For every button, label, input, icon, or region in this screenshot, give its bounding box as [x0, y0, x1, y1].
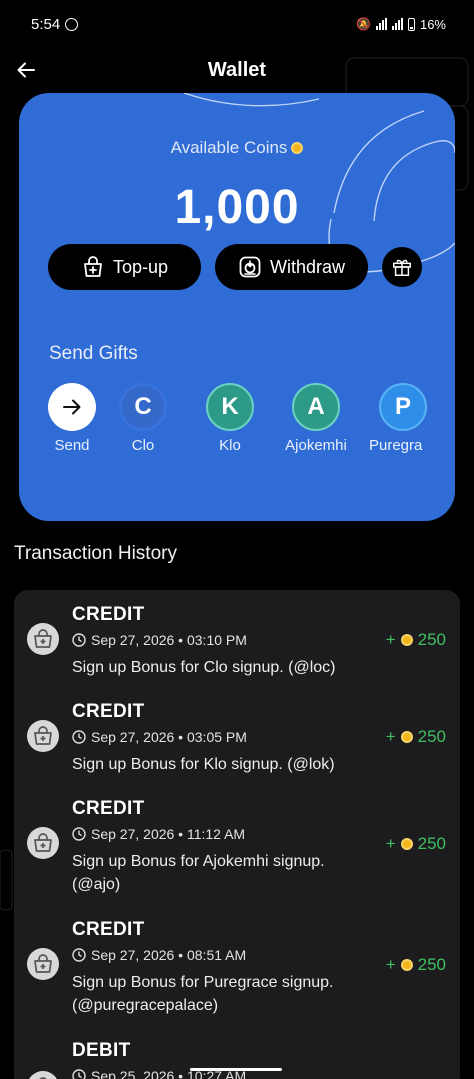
transaction-list: CREDIT Sep 27, 2026 • 03:10 PM Sign up B… [14, 590, 460, 1079]
transaction-datetime: Sep 27, 2026 • 03:05 PM [91, 729, 247, 745]
transaction-item[interactable]: CREDIT Sep 27, 2026 • 03:05 PM Sign up B… [14, 701, 460, 791]
transaction-amount: +250 [386, 834, 446, 854]
recipient-name: Puregra [369, 437, 423, 454]
transaction-description: Sign up Bonus for Puregrace signup. (@pu… [72, 974, 334, 1014]
arrow-left-icon [17, 62, 35, 78]
wallet-card: Available Coins 1,000 Top-up Withdraw Se… [19, 93, 455, 521]
recipient-puregrace[interactable]: P Puregra [361, 383, 445, 454]
bag-plus-icon [84, 256, 102, 277]
transaction-date: Sep 27, 2026 • 03:05 PM [72, 729, 247, 745]
gift-icon [393, 259, 411, 276]
clock-icon [72, 827, 86, 841]
transaction-amount: +250 [386, 955, 446, 975]
coin-balance: 1,000 [174, 181, 300, 234]
coin-icon [400, 731, 413, 743]
amount-value: + [385, 630, 396, 649]
coin-icon [400, 838, 413, 850]
available-coins-text: Available Coins [170, 138, 288, 157]
amount-number: 250 [417, 955, 446, 974]
topup-label: Top-up [112, 256, 169, 277]
transaction-amount: +250 [386, 727, 446, 747]
battery-percent: 16% [419, 16, 446, 32]
transaction-amount: +250 [386, 630, 446, 650]
transaction-date: Sep 27, 2026 • 08:51 AM [72, 947, 246, 963]
transaction-type: CREDIT [72, 701, 145, 722]
wallet-bag-icon [27, 827, 59, 859]
recipient-klo[interactable]: K Klo [188, 383, 272, 454]
wallet-bag-icon [29, 1071, 57, 1079]
wallet-bag-icon [27, 720, 59, 752]
clock-icon [72, 633, 86, 647]
withdraw-button[interactable]: Withdraw [215, 244, 368, 290]
transaction-type: CREDIT [72, 798, 145, 819]
transaction-item[interactable]: CREDIT Sep 27, 2026 • 11:12 AM Sign up B… [14, 798, 460, 913]
available-coins-label: Available Coins [19, 138, 455, 158]
clock-icon [72, 1069, 86, 1079]
signal-icon-2 [391, 18, 403, 30]
withdraw-icon [239, 256, 261, 278]
coin-icon [291, 141, 304, 154]
transaction-description: Sign up Bonus for Klo signup. (@lok) [72, 756, 335, 773]
withdraw-label: Withdraw [269, 256, 345, 277]
status-time: 5:54 [31, 15, 61, 33]
wallet-bag-icon [27, 623, 59, 655]
recipient-ajokemhi[interactable]: A Ajokemhi [274, 383, 358, 454]
send-avatar [48, 383, 96, 431]
transaction-datetime: Sep 27, 2026 • 11:12 AM [91, 826, 246, 842]
transaction-description: Sign up Bonus for Clo signup. (@loc) [72, 659, 336, 676]
amount-value: + [385, 727, 396, 746]
coin-icon [400, 959, 413, 971]
transaction-type: CREDIT [72, 919, 145, 940]
transaction-item[interactable]: CREDIT Sep 27, 2026 • 03:10 PM Sign up B… [14, 604, 460, 694]
transaction-type: DEBIT [72, 1040, 131, 1061]
transaction-history-title: Transaction History [14, 543, 177, 564]
avatar: C [119, 383, 167, 431]
avatar: P [379, 383, 427, 431]
clock-icon [72, 948, 86, 962]
transaction-date: Sep 27, 2026 • 03:10 PM [72, 632, 247, 648]
send-gifts-title: Send Gifts [49, 343, 138, 364]
recipient-name: Ajokemhi [285, 437, 347, 454]
topup-button[interactable]: Top-up [48, 244, 201, 290]
avatar: A [292, 383, 340, 431]
transaction-item[interactable]: DEBIT Sep 25, 2026 • 10:27 AM [14, 1040, 460, 1079]
transaction-description: Sign up Bonus for Ajokemhi signup. (@ajo… [72, 853, 325, 893]
amount-value: + [385, 834, 396, 853]
whatsapp-icon [65, 17, 79, 31]
amount-number: 250 [417, 834, 446, 853]
coin-icon [400, 634, 413, 646]
clock-icon [72, 730, 86, 744]
avatar: K [206, 383, 254, 431]
transaction-item[interactable]: CREDIT Sep 27, 2026 • 08:51 AM Sign up B… [14, 919, 460, 1034]
mute-icon: 🔕 [356, 17, 371, 31]
page-title: Wallet [207, 58, 267, 81]
recipient-clo[interactable]: C Clo [101, 383, 185, 454]
amount-number: 250 [417, 727, 446, 746]
amount-value: + [385, 955, 396, 974]
wallet-bag-icon [27, 948, 59, 980]
arrow-right-icon [63, 399, 81, 415]
transaction-date: Sep 27, 2026 • 11:12 AM [72, 826, 245, 842]
amount-number: 250 [417, 630, 446, 649]
transaction-datetime: Sep 27, 2026 • 03:10 PM [91, 632, 247, 648]
app-bar: Wallet [0, 48, 474, 92]
recipient-name: Klo [219, 437, 241, 454]
battery-icon [407, 17, 415, 31]
home-indicator[interactable] [190, 1068, 282, 1071]
transaction-type: CREDIT [72, 604, 145, 625]
back-button[interactable] [12, 56, 40, 84]
signal-icon [375, 18, 387, 30]
gift-button[interactable] [382, 247, 422, 287]
transaction-datetime: Sep 27, 2026 • 08:51 AM [91, 947, 247, 963]
status-bar: 5:54 🔕 16% [0, 0, 474, 48]
recipient-name: Clo [131, 437, 155, 454]
